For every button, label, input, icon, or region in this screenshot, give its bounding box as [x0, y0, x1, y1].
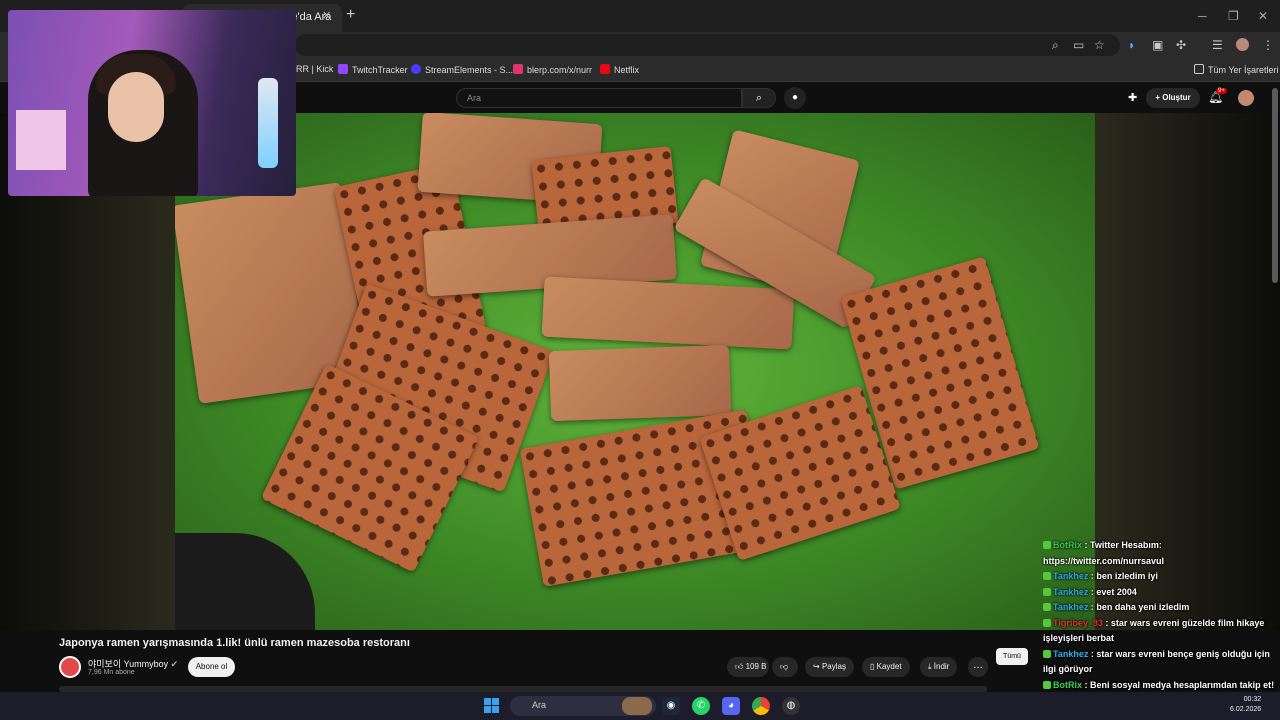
chat-badge-icon — [1043, 541, 1051, 549]
chat-text: ben daha yeni izledim — [1096, 602, 1190, 612]
bookmark-netflix[interactable]: Netflix — [600, 64, 639, 75]
tab-close-icon[interactable]: ✕ — [322, 9, 331, 22]
chat-badge-icon — [1043, 603, 1051, 611]
all-bookmarks[interactable]: Tüm Yer İşaretleri — [1194, 64, 1279, 75]
page-scrollbar[interactable] — [1272, 88, 1278, 283]
streamelements-icon — [411, 64, 421, 74]
chat-username: BotRix — [1053, 679, 1082, 690]
chat-badge-icon — [1043, 587, 1051, 596]
verified-check-icon: ✔ — [170, 659, 179, 669]
bookmark-streamelements[interactable]: StreamElements - S... — [411, 64, 513, 75]
system-clock[interactable]: 00:32 6.02.2026 — [1230, 695, 1261, 715]
webcam-shelf — [16, 110, 66, 170]
microphone-icon[interactable]: ● — [784, 87, 806, 109]
extension-icon[interactable]: ◗ — [1128, 38, 1135, 52]
save-button[interactable]: ▯ Kaydet — [862, 657, 910, 677]
chat-badge-icon — [1043, 618, 1051, 627]
account-avatar[interactable] — [1238, 90, 1254, 106]
chat-username: BotRix — [1053, 540, 1082, 550]
bookmark-star-icon[interactable]: ☆ — [1094, 38, 1105, 52]
chat-message: Tankhez : evet 2004 — [1043, 585, 1280, 601]
bookmark-blerp[interactable]: blerp.com/x/nurr — [513, 64, 592, 75]
chip-all[interactable]: Tümü — [996, 648, 1028, 665]
subscribe-button[interactable]: Abone ol — [188, 657, 235, 677]
chat-message: Tankhez : ben daha yeni izledim — [1043, 600, 1280, 616]
video-title: Japonya ramen yarışmasında 1.lik! ünlü r… — [59, 637, 410, 649]
chat-message: Tankhez : ben izledim iyi — [1043, 569, 1280, 585]
create-video-icon[interactable]: ✚ — [1128, 91, 1137, 104]
windows-taskbar: ⌕ Ara ◉ ✆ ◕ ◍ 00:32 6.02.2026 — [0, 692, 1280, 720]
chat-username: Tigribey_93 — [1053, 617, 1103, 628]
close-window-icon[interactable]: ✕ — [1258, 9, 1268, 23]
netflix-icon — [600, 64, 610, 74]
chat-badge-icon — [1043, 649, 1051, 658]
search-icon[interactable]: ⌕ — [742, 88, 776, 108]
zoom-icon[interactable]: ⌕ — [1052, 38, 1059, 53]
new-tab-icon[interactable]: + — [346, 6, 355, 24]
blerp-icon — [513, 64, 523, 74]
video-player[interactable] — [175, 113, 1095, 630]
menu-kebab-icon[interactable]: ⋮ — [1262, 38, 1274, 52]
thumbs-up-icon: 👍︎ — [735, 662, 744, 671]
folder-icon — [1194, 64, 1204, 74]
download-button[interactable]: ⤓ İndir — [920, 657, 958, 677]
minimize-icon[interactable]: ─ — [1198, 9, 1207, 23]
food-slice — [548, 344, 732, 422]
share-button[interactable]: ↪ Paylaş — [805, 657, 854, 677]
cast-icon[interactable]: ▭ — [1073, 38, 1084, 52]
restore-icon[interactable]: ❐ — [1228, 9, 1239, 23]
taskbar-widget-thumbnail[interactable] — [622, 697, 652, 715]
streamer-face — [108, 72, 164, 142]
chat-text: evet 2004 — [1096, 586, 1137, 597]
bookmark-kick[interactable]: RR | Kick — [296, 64, 333, 74]
chat-username: Tankhez — [1053, 571, 1089, 581]
chat-username: Tankhez — [1053, 586, 1089, 597]
obs-icon[interactable]: ◍ — [782, 697, 800, 715]
water-bottle — [258, 78, 278, 168]
share-arrow-icon: ↪ — [813, 662, 820, 671]
bookmark-icon: ▯ — [870, 662, 875, 671]
download-icon: ⤓ — [928, 662, 932, 671]
bookmark-twitchtracker[interactable]: TwitchTracker — [338, 64, 408, 75]
thumbs-down-icon: 👎︎ — [780, 662, 789, 671]
channel-avatar[interactable] — [59, 656, 81, 678]
extensions-puzzle-icon[interactable]: ✣ — [1176, 38, 1186, 52]
webcam-overlay — [8, 10, 296, 196]
extension-icon-2[interactable]: ▣ — [1152, 38, 1163, 52]
chat-badge-icon — [1043, 572, 1051, 580]
steam-icon[interactable]: ◉ — [662, 697, 680, 715]
profile-avatar[interactable] — [1236, 38, 1249, 51]
notification-count-badge: 9+ — [1216, 88, 1227, 94]
chat-message: Tankhez : star wars evreni bençe geniş o… — [1043, 648, 1270, 674]
search-input[interactable]: Ara — [456, 88, 742, 108]
media-control-icon[interactable]: ☰ — [1212, 38, 1223, 52]
windows-start-icon[interactable] — [484, 698, 500, 714]
whatsapp-icon[interactable]: ✆ — [692, 697, 710, 715]
chat-username: Tankhez — [1053, 602, 1089, 612]
address-bar[interactable] — [295, 34, 1120, 56]
like-button[interactable]: 👍︎ 109 B — [727, 657, 769, 677]
chat-message: Tigribey_93 : star wars evreni güzelde f… — [1043, 617, 1265, 643]
chrome-icon[interactable] — [752, 697, 770, 715]
more-actions-icon[interactable]: … — [968, 657, 988, 677]
subscriber-count: 7,96 Mn abone — [88, 669, 135, 676]
chat-username: Tankhez — [1053, 648, 1089, 659]
discord-icon[interactable]: ◕ — [722, 697, 740, 715]
chat-message: BotRix : Twitter Hesabım: https://twitte… — [1043, 540, 1165, 566]
chat-text: ben izledim iyi — [1096, 571, 1158, 581]
twitchtracker-icon — [338, 64, 348, 74]
dislike-button[interactable]: 👎︎ — [772, 657, 798, 677]
create-button[interactable]: + Oluştur — [1146, 88, 1200, 108]
chat-badge-icon — [1043, 680, 1051, 689]
